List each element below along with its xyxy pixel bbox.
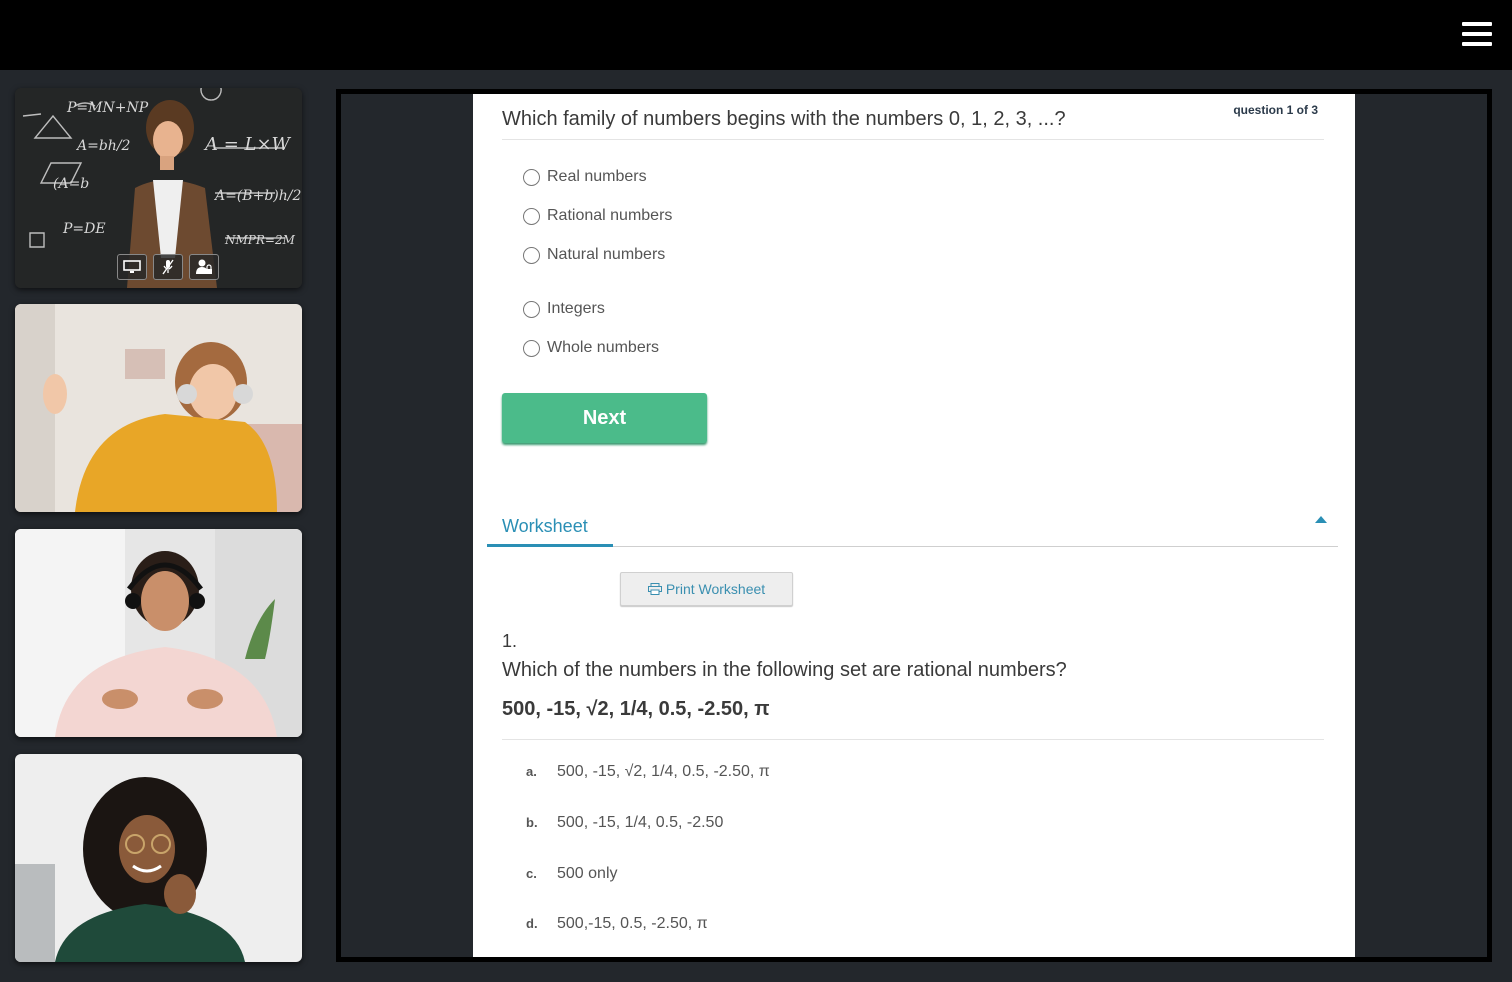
quiz-panel: question 1 of 3 Which family of numbers … (473, 94, 1355, 957)
hamburger-menu-icon[interactable] (1462, 22, 1492, 46)
answer-d: d. 500,-15, 0.5, -2.50, π (526, 915, 708, 933)
option-label: Rational numbers (547, 207, 673, 224)
option-label: Natural numbers (547, 246, 666, 263)
active-tab-indicator (487, 544, 613, 547)
answer-text: 500, -15, √2, 1/4, 0.5, -2.50, π (557, 763, 770, 780)
worksheet-number-set: 500, -15, √2, 1/4, 0.5, -2.50, π (502, 698, 770, 720)
svg-text:(A=b: (A=b (53, 176, 89, 192)
option-natural-numbers[interactable]: Natural numbers (523, 246, 665, 264)
worksheet-question: Which of the numbers in the following se… (502, 659, 1067, 681)
screen-share-icon[interactable] (117, 254, 147, 280)
mic-muted-icon[interactable] (153, 254, 183, 280)
svg-text:A=bh/2: A=bh/2 (75, 138, 131, 154)
participant-video-teacher[interactable]: P=MN+NP A=bh/2 A = L×W (A=b A=(B+b)h/2 P… (15, 88, 302, 288)
option-rational-numbers[interactable]: Rational numbers (523, 207, 672, 225)
next-button[interactable]: Next (502, 393, 707, 443)
user-lock-icon[interactable] (189, 254, 219, 280)
student-girl-video-frame (15, 304, 302, 512)
collapse-caret-icon[interactable] (1315, 516, 1327, 523)
option-integers[interactable]: Integers (523, 300, 605, 318)
option-real-numbers[interactable]: Real numbers (523, 168, 647, 186)
radio-button[interactable] (523, 168, 540, 186)
option-label: Integers (547, 300, 605, 317)
option-label: Real numbers (547, 168, 647, 185)
answer-c: c. 500 only (526, 865, 618, 883)
answer-b: b. 500, -15, 1/4, 0.5, -2.50 (526, 814, 723, 832)
print-worksheet-label: Print Worksheet (665, 581, 766, 597)
participant-video-girl[interactable] (15, 304, 302, 512)
worksheet-question-number: 1. (502, 631, 518, 651)
shared-content-stage: question 1 of 3 Which family of numbers … (336, 89, 1492, 962)
svg-text:P=DE: P=DE (62, 221, 106, 237)
participant-video-woman-headset[interactable] (15, 529, 302, 737)
answer-letter: a. (526, 764, 537, 779)
answer-letter: b. (526, 815, 538, 830)
divider (502, 739, 1324, 740)
radio-button[interactable] (523, 300, 540, 318)
tab-divider (487, 546, 1338, 547)
option-label: Whole numbers (547, 339, 660, 356)
answer-a: a. 500, -15, √2, 1/4, 0.5, -2.50, π (526, 763, 770, 781)
svg-text:A=(B+b)h/2: A=(B+b)h/2 (213, 188, 301, 204)
svg-text:P=MN+NP: P=MN+NP (66, 100, 149, 116)
participant-controls (117, 254, 219, 280)
radio-button[interactable] (523, 246, 540, 264)
print-worksheet-button[interactable]: Print Worksheet (620, 572, 793, 606)
radio-button[interactable] (523, 207, 540, 225)
answer-text: 500,-15, 0.5, -2.50, π (557, 915, 708, 932)
top-bar (0, 0, 1512, 70)
answer-text: 500, -15, 1/4, 0.5, -2.50 (557, 814, 724, 831)
answer-text: 500 only (557, 865, 618, 882)
svg-text:A = L×W: A = L×W (203, 134, 292, 155)
svg-text:NMPR=2M: NMPR=2M (224, 233, 296, 247)
radio-button[interactable] (523, 339, 540, 357)
participant-video-woman-curly[interactable] (15, 754, 302, 962)
student-woman-curly-video-frame (15, 754, 302, 962)
answer-letter: d. (526, 916, 538, 931)
option-whole-numbers[interactable]: Whole numbers (523, 339, 659, 357)
answer-letter: c. (526, 866, 537, 881)
printer-icon (647, 583, 662, 595)
quiz-question: Which family of numbers begins with the … (502, 108, 1066, 130)
student-woman-video-frame (15, 529, 302, 737)
question-counter: question 1 of 3 (1233, 103, 1318, 117)
divider (502, 139, 1324, 140)
tab-worksheet[interactable]: Worksheet (502, 516, 588, 537)
